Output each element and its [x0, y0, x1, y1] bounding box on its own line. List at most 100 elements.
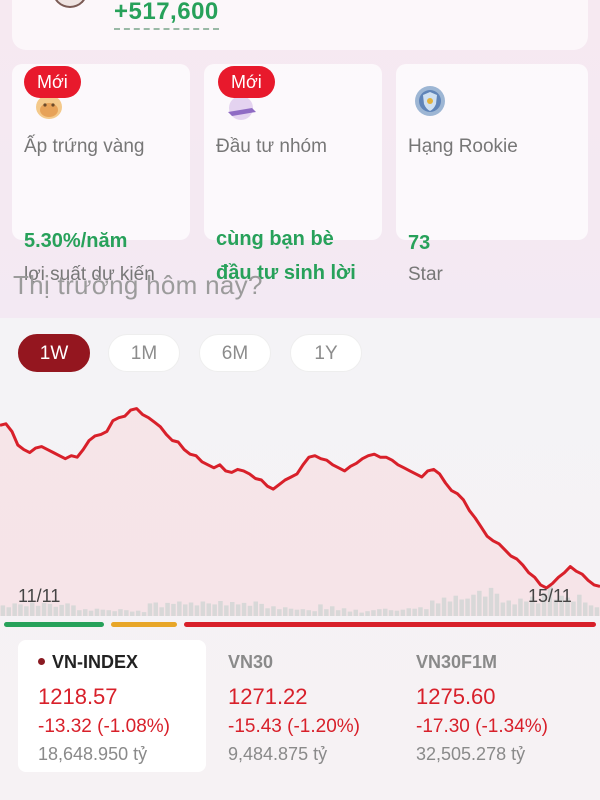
volume-bar: [6, 607, 11, 616]
index-volume: 9,484.875 tỷ: [228, 744, 328, 764]
volume-bar: [400, 609, 406, 616]
volume-bar: [435, 603, 441, 616]
index-card-vn30[interactable]: VN30 1271.22 -15.43 (-1.20%) 9,484.875 t…: [208, 640, 388, 772]
volume-bar: [459, 599, 464, 616]
volume-bar: [241, 602, 247, 616]
volume-bar: [194, 605, 200, 616]
index-value: 1275.60: [416, 684, 496, 709]
volume-bar: [371, 610, 376, 616]
rank-value: 73: [408, 232, 431, 254]
index-change: -15.43 (-1.20%): [228, 716, 361, 737]
volume-bar: [200, 601, 206, 616]
trend-bar-green: [4, 622, 104, 627]
promo-label: Đầu tư nhóm: [216, 136, 327, 157]
trend-bar-orange: [111, 622, 177, 627]
index-change: -13.32 (-1.08%): [38, 716, 171, 737]
volume-bar: [106, 610, 111, 616]
volume-bar: [294, 609, 300, 616]
volume-bar: [477, 590, 482, 616]
volume-bar: [577, 594, 582, 616]
volume-bar: [253, 601, 258, 616]
promo-group-invest[interactable]: Mới Đầu tư nhóm cùng bạn bè đầu tư sinh …: [204, 64, 382, 284]
trend-bar-red: [184, 622, 596, 627]
new-badge: Mới: [24, 66, 81, 98]
volume-bar: [347, 611, 353, 616]
rank-sub: Star: [408, 264, 443, 285]
volume-bar: [594, 607, 600, 616]
volume-bar: [235, 604, 241, 616]
promo-tagline-1: cùng bạn bè: [216, 228, 334, 250]
volume-bar: [165, 602, 170, 616]
volume-bar: [465, 598, 470, 616]
promo-label: Ấp trứng vàng: [24, 136, 145, 157]
volume-bar: [353, 609, 358, 616]
volume-bar: [188, 602, 194, 616]
volume-bar: [24, 606, 29, 616]
index-value: 1271.22: [228, 684, 308, 709]
balance-card[interactable]: [12, 0, 588, 50]
volume-bar: [230, 602, 235, 616]
volume-bar: [283, 607, 288, 616]
volume-bar: [588, 605, 594, 616]
x-label-end: 15/11: [528, 586, 572, 606]
index-volume: 32,505.278 tỷ: [416, 744, 526, 764]
volume-bar: [65, 603, 70, 616]
volume-bar: [359, 612, 364, 616]
volume-bar: [71, 605, 76, 616]
volume-bar: [394, 610, 400, 616]
volume-bar: [330, 606, 335, 616]
volume-bar: [147, 603, 153, 616]
index-card-vnindex[interactable]: VN-INDEX 1218.57 -13.32 (-1.08%) 18,648.…: [18, 640, 206, 772]
volume-bar: [112, 611, 117, 616]
volume-bar: [265, 608, 270, 616]
volume-bar: [471, 594, 476, 616]
volume-bar: [77, 610, 82, 616]
volume-bar: [377, 609, 382, 616]
volume-bar: [224, 605, 229, 616]
volume-bar: [88, 610, 94, 616]
tab-1y[interactable]: 1Y: [290, 334, 362, 372]
profit-value[interactable]: +517,600: [114, 0, 219, 30]
index-name: VN-INDEX: [38, 652, 138, 673]
volume-bar: [518, 598, 523, 616]
volume-bar: [53, 606, 58, 616]
volume-bar: [571, 601, 576, 616]
volume-bar: [418, 607, 423, 616]
volume-bar: [583, 602, 588, 616]
volume-bar: [0, 605, 6, 616]
volume-bar: [412, 608, 417, 616]
rank-shield-icon: [415, 86, 445, 116]
index-card-vn30f1m[interactable]: VN30F1M 1275.60 -17.30 (-1.34%) 32,505.2…: [396, 640, 592, 772]
volume-bar: [118, 609, 123, 616]
volume-bar: [365, 611, 370, 616]
tab-6m[interactable]: 6M: [199, 334, 271, 372]
promo-rank[interactable]: Hạng Rookie 73 Star: [396, 64, 588, 285]
tab-1m[interactable]: 1M: [108, 334, 180, 372]
volume-bar: [406, 608, 411, 616]
volume-bar: [259, 603, 264, 616]
volume-bar: [94, 608, 100, 616]
volume-bar: [83, 609, 88, 616]
volume-bar: [388, 610, 394, 616]
volume-bar: [300, 609, 306, 616]
volume-bar: [159, 607, 164, 616]
volume-bar: [324, 609, 329, 616]
volume-bar: [341, 608, 347, 616]
volume-bar: [500, 602, 506, 616]
tab-1w[interactable]: 1W: [18, 334, 90, 372]
index-volume: 18,648.950 tỷ: [38, 744, 148, 764]
volume-bar: [124, 610, 129, 616]
rank-label: Hạng Rookie: [408, 136, 518, 157]
volume-bar: [494, 593, 500, 616]
volume-bar: [447, 601, 453, 616]
volume-bar: [453, 595, 458, 616]
new-badge: Mới: [218, 66, 275, 98]
volume-bar: [171, 603, 176, 616]
volume-bar: [506, 600, 511, 616]
volume-bar: [212, 604, 217, 616]
promo-golden-egg[interactable]: Mới Ấp trứng vàng 5.30%/năm lợi suất dự …: [12, 64, 190, 285]
market-section-title: Thị trường hôm nay?: [13, 270, 263, 300]
index-value: 1218.57: [38, 684, 118, 709]
market-chart[interactable]: [0, 380, 600, 620]
volume-bar: [288, 608, 294, 616]
